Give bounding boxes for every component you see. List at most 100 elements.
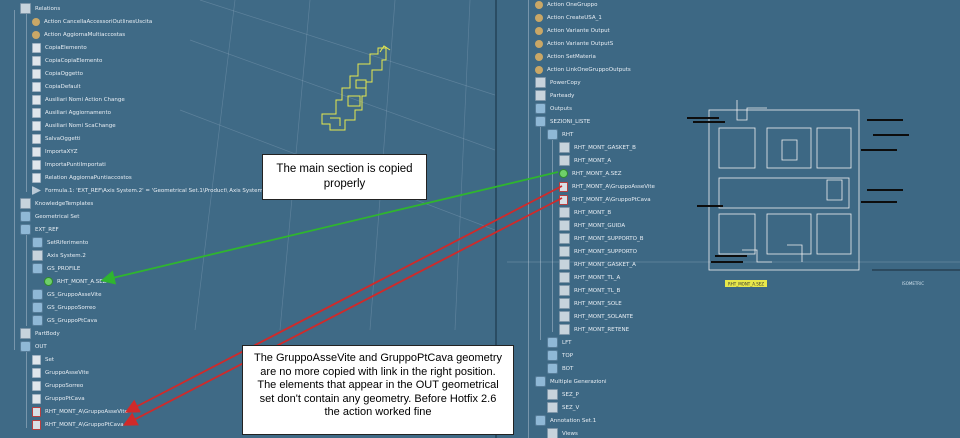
tree-node[interactable]: Ausiliari Nomi ScaChange — [32, 119, 116, 133]
tree-node[interactable]: SEZ_P — [547, 388, 579, 402]
geometrical-set-icon — [535, 116, 546, 127]
document-icon — [32, 42, 41, 53]
tree-node[interactable]: GruppoPtCava — [32, 392, 85, 406]
tree-node[interactable]: RHT_MONT_SUPPORTO_B — [559, 232, 643, 246]
tree-node[interactable]: CopiaOggetto — [32, 67, 83, 81]
tree-node[interactable]: CopiaCopiaElemento — [32, 54, 102, 68]
tree-node[interactable]: Ausiliari Aggiornamento — [32, 106, 111, 120]
tree-node-lft[interactable]: LFT — [547, 336, 572, 350]
geometrical-set-icon — [547, 350, 558, 361]
geometrical-set-icon — [32, 315, 43, 326]
tree-node[interactable]: Action AggiornaMultiaccostas — [32, 28, 125, 42]
tree-node[interactable]: Action SetMateria — [535, 50, 596, 64]
tree-node-knowledge-templates[interactable]: KnowledgeTemplates — [20, 197, 93, 211]
tree-node[interactable]: RHT_MONT_SOLE — [559, 297, 622, 311]
action-icon — [535, 0, 543, 9]
tree-node[interactable]: GruppoSorreo — [32, 379, 83, 393]
body-icon — [20, 328, 31, 339]
tree-node-rht-mont-a-sez-left[interactable]: RHT_MONT_A.SEZ — [44, 275, 107, 289]
tree-node[interactable]: Parteady — [535, 89, 574, 103]
feature-icon — [559, 272, 570, 283]
tree-node-relations[interactable]: Relations — [20, 2, 60, 16]
tree-connector — [528, 0, 529, 100]
tree-connector — [26, 14, 27, 192]
tree-connector — [552, 136, 553, 332]
powercopy-icon — [535, 77, 546, 88]
tree-node[interactable]: SetRiferimento — [32, 236, 88, 250]
tree-node-powercopy[interactable]: PowerCopy — [535, 76, 581, 90]
geometrical-set-icon — [547, 337, 558, 348]
tree-node-annotation-set[interactable]: Annotation Set.1 — [535, 414, 596, 428]
annotation-icon — [535, 415, 546, 426]
feature-icon — [547, 389, 558, 400]
tree-node[interactable]: ImportaPuntiImportati — [32, 158, 106, 172]
tree-node[interactable]: Formula.1: 'EXT_REF\Axis System.2' = 'Ge… — [32, 184, 264, 198]
action-icon — [535, 65, 543, 74]
tree-connector — [14, 10, 15, 230]
tree-connector — [26, 348, 27, 428]
action-icon — [535, 26, 543, 35]
tree-node-rht-gruppoassevite[interactable]: RHT_MONT_A\GruppoAsseVite — [559, 180, 655, 194]
tree-node[interactable]: CopiaElemento — [32, 41, 87, 55]
iso-label-text: ISOMETRIC — [902, 281, 924, 286]
tree-node-rht[interactable]: RHT — [547, 128, 573, 142]
tree-node-out-gruppoptcava[interactable]: RHT_MONT_A\GruppoPtCava — [32, 418, 124, 432]
tree-node[interactable]: RHT_MONT_GASKET_B — [559, 141, 636, 155]
tree-node[interactable]: RHT_MONT_RETENE — [559, 323, 629, 337]
tree-node[interactable]: Action LinkOneGruppoOutputs — [535, 63, 631, 77]
callout-geometry-issue: The GruppoAsseVite and GruppoPtCava geom… — [242, 345, 514, 435]
document-icon — [32, 94, 41, 105]
tree-node-rht-gruppoptcava[interactable]: RHT_MONT_A\GruppoPtCava — [559, 193, 651, 207]
tree-node[interactable]: ImportaXYZ — [32, 145, 78, 159]
tree-node-geometrical-set[interactable]: Geometrical Set — [20, 210, 79, 224]
tree-node-sezioni-liste[interactable]: SEZIONI_LISTE — [535, 115, 590, 129]
feature-icon — [559, 246, 570, 257]
tree-connector — [528, 100, 529, 438]
tree-node[interactable]: RHT_MONT_SUPPORTO — [559, 245, 637, 259]
tree-node-ext-ref[interactable]: EXT_REF — [20, 223, 59, 237]
tree-node[interactable]: Multiple Generazioni — [535, 375, 607, 389]
tree-node-views[interactable]: Views — [547, 427, 578, 438]
tree-node-partbody[interactable]: PartBody — [20, 327, 60, 341]
feature-icon — [559, 181, 568, 192]
tree-node-out-gruppoassevite[interactable]: RHT_MONT_A\GruppoAsseVite — [32, 405, 128, 419]
tree-node-outputs[interactable]: Outputs — [535, 102, 572, 116]
document-icon — [32, 159, 41, 170]
tree-node[interactable]: Action CreateUSA_1 — [535, 11, 602, 25]
geometrical-set-icon — [32, 289, 43, 300]
tree-node-top[interactable]: TOP — [547, 349, 573, 363]
tree-node[interactable]: Action CancellaAccessoriOutlinesUscita — [32, 15, 152, 29]
tree-node[interactable]: RHT_MONT_TL_B — [559, 284, 620, 298]
tree-node[interactable]: Set — [32, 353, 54, 367]
geometrical-set-icon — [535, 376, 546, 387]
tree-node[interactable]: RHT_MONT_A — [559, 154, 611, 168]
tree-node[interactable]: SEZ_V — [547, 401, 579, 415]
document-icon — [32, 107, 41, 118]
tree-node[interactable]: RHT_MONT_B — [559, 206, 611, 220]
tree-node[interactable]: CopiaDefault — [32, 80, 81, 94]
geometrical-set-icon — [547, 129, 558, 140]
tree-node[interactable]: SalvaOggetti — [32, 132, 81, 146]
tree-node[interactable]: GS_GruppoPtCava — [32, 314, 97, 328]
tree-node[interactable]: Action Variante OutputS — [535, 37, 613, 51]
action-icon — [535, 52, 543, 61]
tree-node[interactable]: GS_PROFILE — [32, 262, 80, 276]
tree-node[interactable]: RHT_MONT_GUIDA — [559, 219, 625, 233]
tree-node[interactable]: Ausiliari Nomi Action Change — [32, 93, 125, 107]
tree-node[interactable]: GS_GruppoAsseVite — [32, 288, 101, 302]
tree-node-bot[interactable]: BOT — [547, 362, 573, 376]
tree-node[interactable]: RHT_MONT_GASKET_A — [559, 258, 636, 272]
tree-node[interactable]: RHT_MONT_SOLANTE — [559, 310, 633, 324]
tree-node[interactable]: Action Variante Output — [535, 24, 610, 38]
tree-node[interactable]: GS_GruppoSorreo — [32, 301, 96, 315]
action-icon — [32, 30, 40, 39]
selected-feature-icon — [44, 277, 53, 286]
tree-node[interactable]: GruppoAsseVite — [32, 366, 89, 380]
tree-node[interactable]: RHT_MONT_TL_A — [559, 271, 620, 285]
document-icon — [32, 120, 41, 131]
tree-connector — [26, 232, 27, 326]
tree-node[interactable]: Relation AggiornaPuntiaccostos — [32, 171, 132, 185]
tree-node-rht-mont-a-sez-right[interactable]: RHT_MONT_A.SEZ — [559, 167, 622, 181]
tree-node-out[interactable]: OUT — [20, 340, 47, 354]
tree-node[interactable]: Axis System.2 — [32, 249, 86, 263]
